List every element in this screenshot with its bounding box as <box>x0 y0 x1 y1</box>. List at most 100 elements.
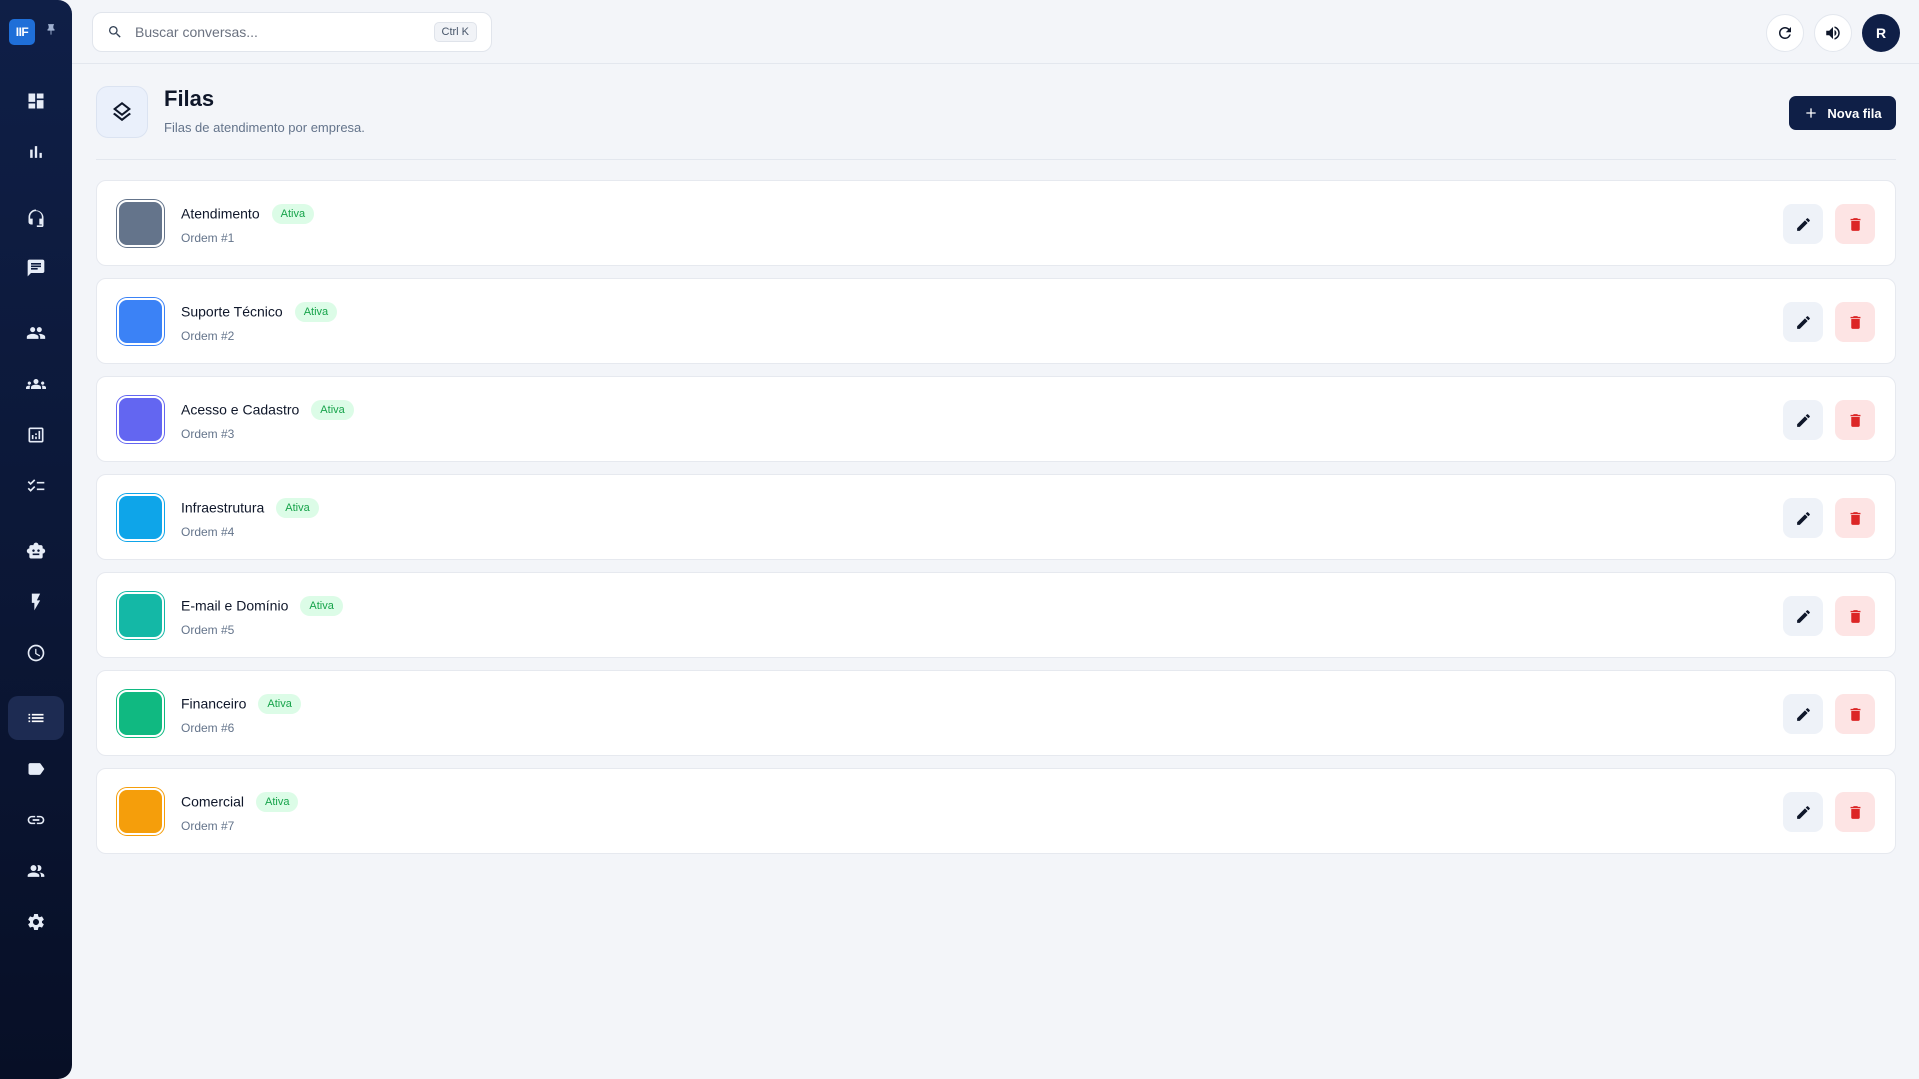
sidebar-item-dashboard[interactable] <box>8 79 64 123</box>
new-queue-button[interactable]: Nova fila <box>1789 96 1896 130</box>
tag-icon <box>28 763 45 775</box>
queue-order: Ordem #6 <box>181 721 235 735</box>
pencil-icon <box>1796 609 1810 623</box>
queue-name: Infraestrutura <box>181 499 265 516</box>
queue-color-swatch <box>117 494 164 541</box>
search-box[interactable]: Ctrl K <box>92 12 492 52</box>
queue-order: Ordem #1 <box>181 231 235 245</box>
sidebar-item-chats[interactable] <box>8 246 64 290</box>
pencil-icon <box>1796 805 1810 819</box>
sidebar-item-queues[interactable] <box>8 696 64 740</box>
sidebar-item-support[interactable] <box>8 195 64 239</box>
trash-icon <box>1850 707 1860 721</box>
plus-icon <box>1806 108 1817 118</box>
edit-queue-button[interactable] <box>1783 204 1823 244</box>
sidebar-item-integrations[interactable] <box>8 798 64 842</box>
status-badge: Ativa <box>300 596 343 616</box>
queue-color-swatch <box>117 592 164 639</box>
edit-queue-button[interactable] <box>1783 400 1823 440</box>
delete-queue-button[interactable] <box>1835 792 1875 832</box>
queue-row: E-mail e Domínio Ativa Ordem #5 <box>96 572 1896 658</box>
sidebar: IIF <box>0 0 72 1079</box>
queue-order: Ordem #4 <box>181 525 235 539</box>
refresh-icon <box>1779 27 1791 39</box>
pencil-icon <box>1796 315 1810 329</box>
queue-color-swatch <box>117 200 164 247</box>
search-input[interactable] <box>135 24 434 40</box>
people-icon <box>26 327 46 339</box>
trash-icon <box>1850 217 1860 231</box>
status-badge: Ativa <box>276 498 319 518</box>
status-badge: Ativa <box>311 400 354 420</box>
sidebar-item-teams[interactable] <box>8 362 64 406</box>
queue-name-line: Comercial Ativa <box>181 792 299 813</box>
queue-name-line: Financeiro Ativa <box>181 694 301 715</box>
delete-queue-button[interactable] <box>1835 694 1875 734</box>
sidebar-item-automations[interactable] <box>8 580 64 624</box>
queue-row: Acesso e Cadastro Ativa Ordem #3 <box>96 376 1896 462</box>
sidebar-item-tasks[interactable] <box>8 464 64 508</box>
sidebar-item-analytics[interactable] <box>8 413 64 457</box>
queue-order: Ordem #3 <box>181 427 235 441</box>
queue-name: Atendimento <box>181 205 260 222</box>
trash-icon <box>1850 805 1860 819</box>
groups-icon <box>26 379 46 389</box>
contacts-icon <box>27 865 45 877</box>
search-shortcut-badge: Ctrl K <box>433 22 477 42</box>
delete-queue-button[interactable] <box>1835 498 1875 538</box>
sidebar-item-tags[interactable] <box>8 747 64 791</box>
sidebar-item-settings[interactable] <box>8 900 64 944</box>
edit-queue-button[interactable] <box>1783 596 1823 636</box>
volume-icon <box>1826 26 1840 40</box>
pencil-icon <box>1796 217 1810 231</box>
queue-name-line: Atendimento Ativa <box>181 204 315 225</box>
delete-queue-button[interactable] <box>1835 400 1875 440</box>
queue-row: Atendimento Ativa Ordem #1 <box>96 180 1896 266</box>
sidebar-item-history[interactable] <box>8 631 64 675</box>
trash-icon <box>1850 511 1860 525</box>
queue-color-swatch <box>117 788 164 835</box>
settings-icon <box>28 914 44 930</box>
headset-icon <box>28 209 44 227</box>
search-icon <box>109 26 121 38</box>
user-avatar[interactable]: R <box>1862 14 1900 52</box>
sound-button[interactable] <box>1814 14 1852 52</box>
app-logo[interactable]: IIF <box>9 19 35 45</box>
queue-row: Financeiro Ativa Ordem #6 <box>96 670 1896 756</box>
queue-row: Comercial Ativa Ordem #7 <box>96 768 1896 854</box>
link-icon <box>27 815 45 825</box>
edit-queue-button[interactable] <box>1783 694 1823 734</box>
refresh-button[interactable] <box>1766 14 1804 52</box>
sidebar-item-contacts[interactable] <box>8 849 64 893</box>
layers-icon <box>113 102 131 122</box>
queue-list: Atendimento Ativa Ordem #1 Suporte Técnic… <box>96 180 1896 866</box>
sidebar-item-reports[interactable] <box>8 130 64 174</box>
sidebar-item-bots[interactable] <box>8 529 64 573</box>
page-title: Filas <box>164 86 215 111</box>
delete-queue-button[interactable] <box>1835 596 1875 636</box>
trash-icon <box>1850 609 1860 623</box>
queue-name: Acesso e Cadastro <box>181 401 300 418</box>
delete-queue-button[interactable] <box>1835 204 1875 244</box>
pencil-icon <box>1796 511 1810 525</box>
sidebar-item-users[interactable] <box>8 311 64 355</box>
queue-order: Ordem #2 <box>181 329 235 343</box>
edit-queue-button[interactable] <box>1783 792 1823 832</box>
edit-queue-button[interactable] <box>1783 302 1823 342</box>
queue-name-line: Suporte Técnico Ativa <box>181 302 338 323</box>
checklist-icon <box>27 479 45 492</box>
topbar: Ctrl K R <box>72 0 1919 64</box>
page-subtitle: Filas de atendimento por empresa. <box>164 120 365 135</box>
header-divider <box>96 159 1896 160</box>
bar-chart-icon <box>30 146 42 158</box>
edit-queue-button[interactable] <box>1783 498 1823 538</box>
status-badge: Ativa <box>258 694 301 714</box>
queue-name-line: E-mail e Domínio Ativa <box>181 596 343 617</box>
queue-order: Ordem #5 <box>181 623 235 637</box>
page-icon <box>96 86 148 138</box>
pin-icon[interactable] <box>44 22 58 38</box>
trash-icon <box>1850 315 1860 329</box>
delete-queue-button[interactable] <box>1835 302 1875 342</box>
status-badge: Ativa <box>256 792 299 812</box>
queue-row: Suporte Técnico Ativa Ordem #2 <box>96 278 1896 364</box>
